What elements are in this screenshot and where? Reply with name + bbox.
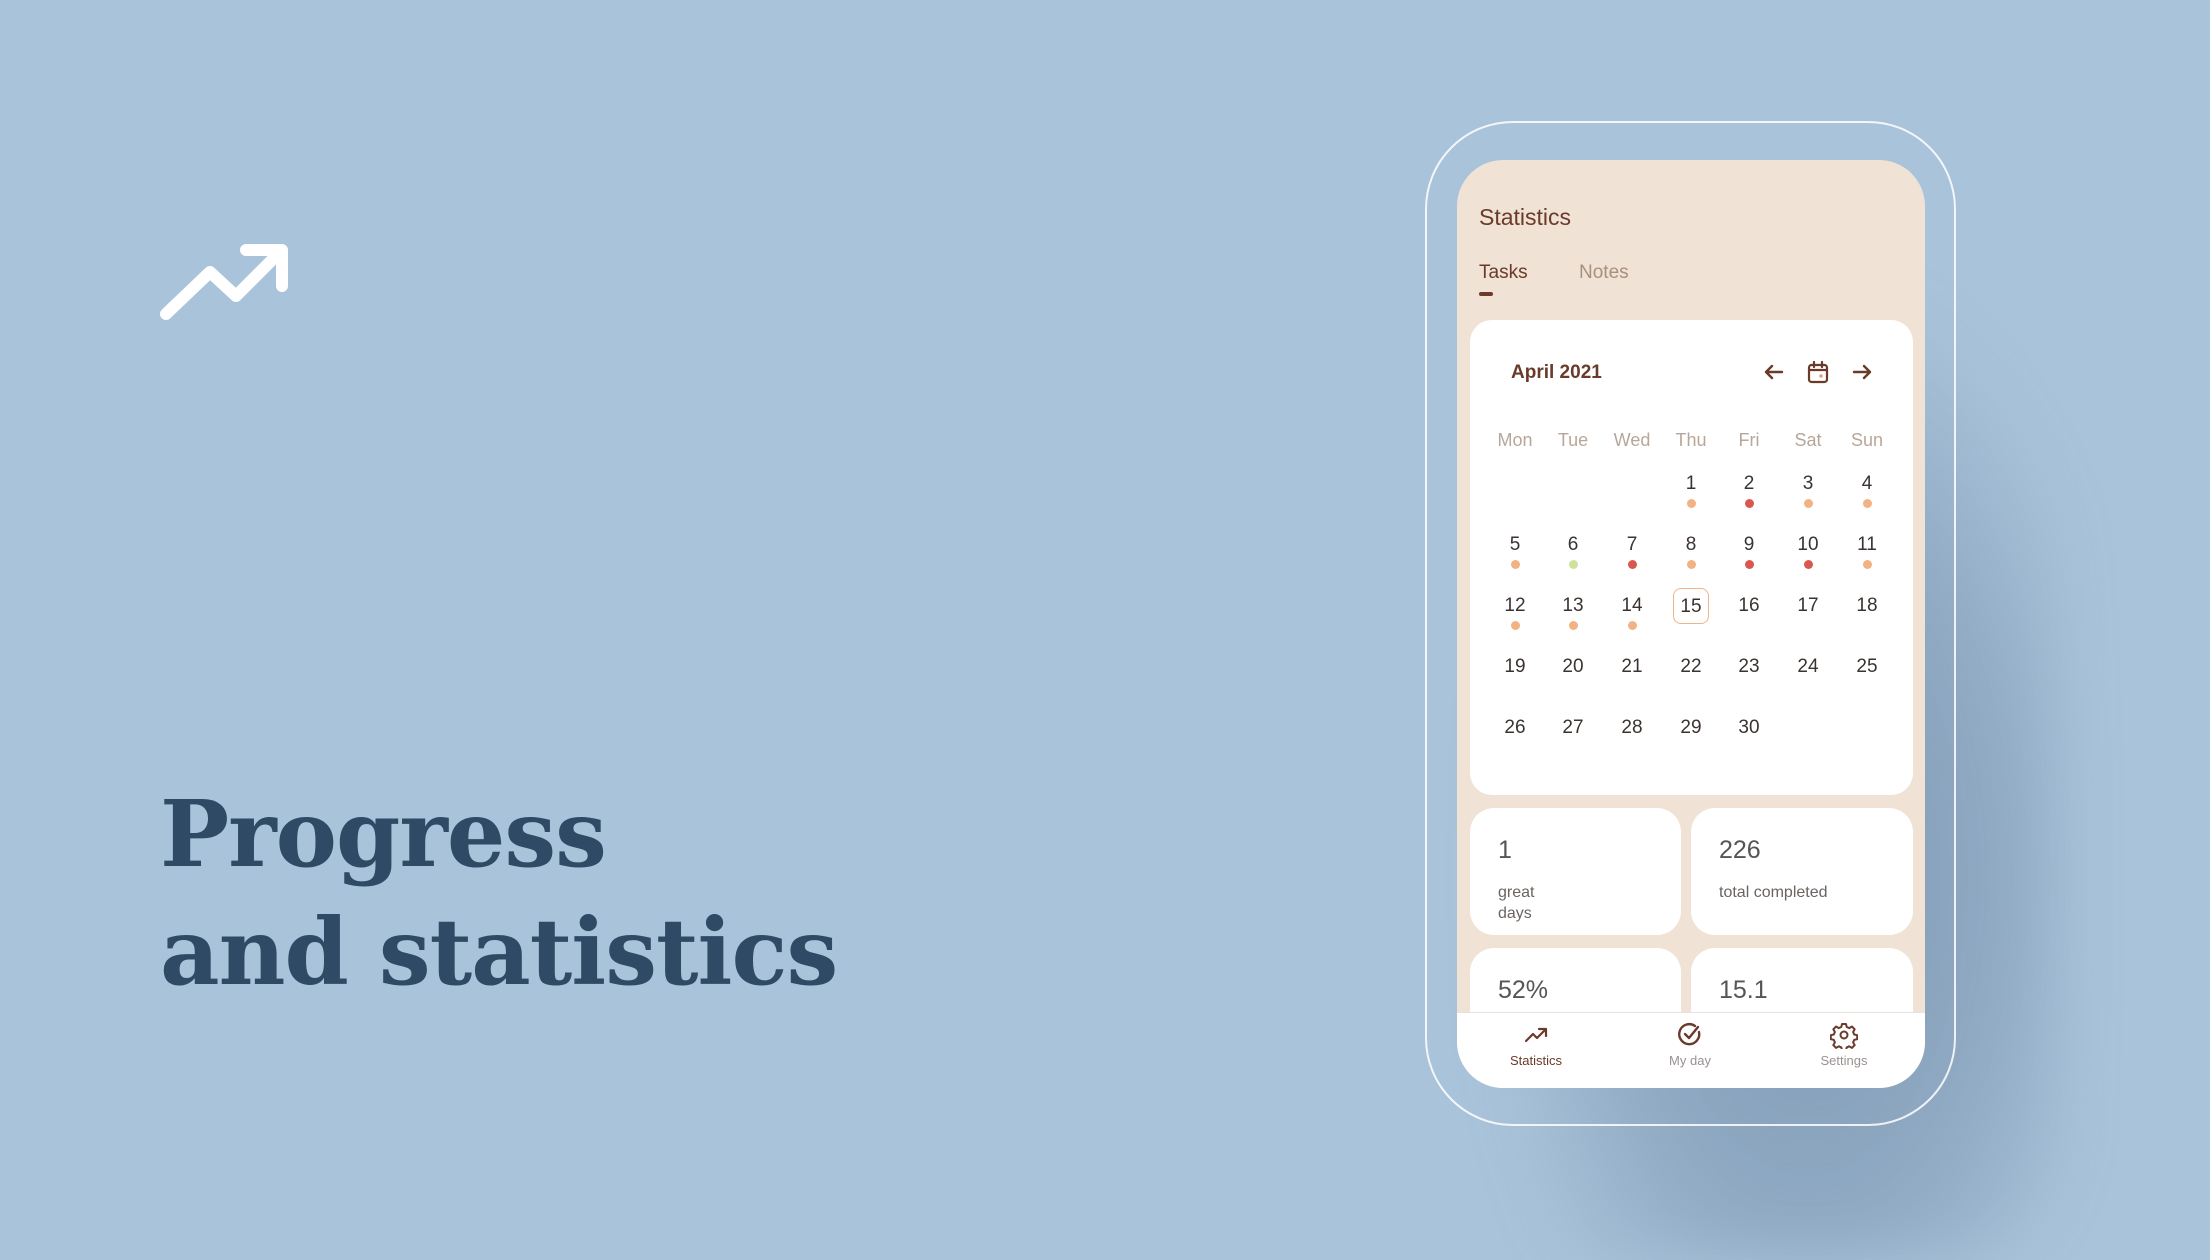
- nav-label: My day: [1669, 1053, 1711, 1068]
- calendar-day[interactable]: 4: [1849, 466, 1885, 502]
- headline-line-2: and statistics: [160, 898, 838, 1006]
- check-circle-icon: [1678, 1023, 1701, 1046]
- calendar-day[interactable]: 6: [1555, 527, 1591, 563]
- day-status-dot-bad: [1803, 560, 1813, 569]
- calendar-day[interactable]: 28: [1614, 710, 1650, 746]
- calendar-day[interactable]: 3: [1790, 466, 1826, 502]
- day-status-dot-bad: [1627, 560, 1637, 569]
- calendar-day[interactable]: 13: [1555, 588, 1591, 624]
- nav-label: Settings: [1820, 1053, 1868, 1068]
- nav-item-settings[interactable]: Settings: [1784, 1021, 1904, 1068]
- calendar-day[interactable]: 1: [1673, 466, 1709, 502]
- calendar-day[interactable]: 20: [1555, 649, 1591, 685]
- bottom-nav: Statistics My day Settings: [1457, 1012, 1925, 1088]
- calendar-day[interactable]: 10: [1790, 527, 1826, 563]
- stat-card-total-completed: 226 total completed: [1691, 808, 1913, 935]
- headline-line-1: Progress: [160, 780, 607, 888]
- calendar-icon[interactable]: [1804, 358, 1832, 386]
- calendar-day[interactable]: 26: [1497, 710, 1533, 746]
- day-status-dot-partial: [1862, 499, 1872, 508]
- nav-item-my-day[interactable]: My day: [1630, 1021, 1750, 1068]
- calendar-day[interactable]: 9: [1731, 527, 1767, 563]
- arrow-right-icon[interactable]: [1848, 358, 1876, 386]
- day-status-dot-partial: [1862, 560, 1872, 569]
- calendar-day[interactable]: 8: [1673, 527, 1709, 563]
- day-status-dot-partial: [1686, 560, 1696, 569]
- calendar-day[interactable]: 11: [1849, 527, 1885, 563]
- calendar-day[interactable]: 23: [1731, 649, 1767, 685]
- day-status-dot-bad: [1744, 560, 1754, 569]
- calendar-day[interactable]: 14: [1614, 588, 1650, 624]
- day-status-dot-partial: [1803, 499, 1813, 508]
- weekday-label: Sat: [1794, 430, 1822, 450]
- calendar-day[interactable]: 25: [1849, 649, 1885, 685]
- trending-up-icon: [1524, 1027, 1548, 1043]
- calendar-card: April 2021 Mon Tue Wed Thu Fri Sat Sun 1234567…: [1470, 320, 1913, 795]
- weekday-label: Tue: [1557, 430, 1589, 450]
- calendar-day[interactable]: 18: [1849, 588, 1885, 624]
- stat-value: 226: [1719, 836, 1761, 864]
- calendar-day[interactable]: 17: [1790, 588, 1826, 624]
- weekday-label: Mon: [1497, 430, 1533, 450]
- calendar-day[interactable]: 12: [1497, 588, 1533, 624]
- day-status-dot-partial: [1510, 560, 1520, 569]
- stat-label: great days: [1498, 884, 1535, 922]
- weekday-label: Thu: [1675, 430, 1707, 450]
- gear-icon: [1830, 1023, 1858, 1049]
- calendar-day[interactable]: 29: [1673, 710, 1709, 746]
- calendar-day[interactable]: 24: [1790, 649, 1826, 685]
- calendar-day[interactable]: 22: [1673, 649, 1709, 685]
- calendar-day[interactable]: 27: [1555, 710, 1591, 746]
- calendar-day[interactable]: 19: [1497, 649, 1533, 685]
- stat-label: total completed: [1719, 884, 1828, 901]
- weekday-label: Wed: [1613, 430, 1651, 450]
- day-status-dot-partial: [1510, 621, 1520, 630]
- weekday-label: Sun: [1850, 430, 1884, 450]
- day-status-dot-partial: [1686, 499, 1696, 508]
- calendar-day[interactable]: 21: [1614, 649, 1650, 685]
- nav-item-statistics[interactable]: Statistics: [1476, 1021, 1596, 1068]
- stat-value: 52%: [1498, 976, 1549, 1004]
- trending-up-icon: [160, 244, 288, 320]
- calendar-day[interactable]: 5: [1497, 527, 1533, 563]
- calendar-day[interactable]: 30: [1731, 710, 1767, 746]
- stat-value: 15.1: [1719, 976, 1768, 1004]
- arrow-left-icon[interactable]: [1760, 358, 1788, 386]
- day-status-dot-partial: [1627, 621, 1637, 630]
- tab-tasks[interactable]: Tasks: [1479, 262, 1528, 284]
- phone-screen: Statistics Tasks Notes April 2021 Mon Tue…: [1457, 160, 1925, 1088]
- calendar-day[interactable]: 2: [1731, 466, 1767, 502]
- calendar-day[interactable]: 16: [1731, 588, 1767, 624]
- calendar-month-label: April 2021: [1511, 362, 1602, 383]
- tab-notes[interactable]: Notes: [1579, 262, 1629, 284]
- calendar-day-today[interactable]: 15: [1673, 588, 1709, 624]
- headline: Progress and statistics: [160, 775, 838, 1011]
- active-tab-indicator: [1479, 292, 1493, 296]
- day-status-dot-great: [1568, 560, 1578, 569]
- stat-card-great-days: 1 great days: [1470, 808, 1681, 935]
- day-status-dot-bad: [1744, 499, 1754, 508]
- day-status-dot-partial: [1568, 621, 1578, 630]
- weekday-label: Fri: [1738, 430, 1760, 450]
- nav-label: Statistics: [1509, 1053, 1562, 1068]
- screen-title: Statistics: [1479, 204, 1572, 230]
- calendar-day[interactable]: 7: [1614, 527, 1650, 563]
- stat-value: 1: [1498, 836, 1512, 864]
